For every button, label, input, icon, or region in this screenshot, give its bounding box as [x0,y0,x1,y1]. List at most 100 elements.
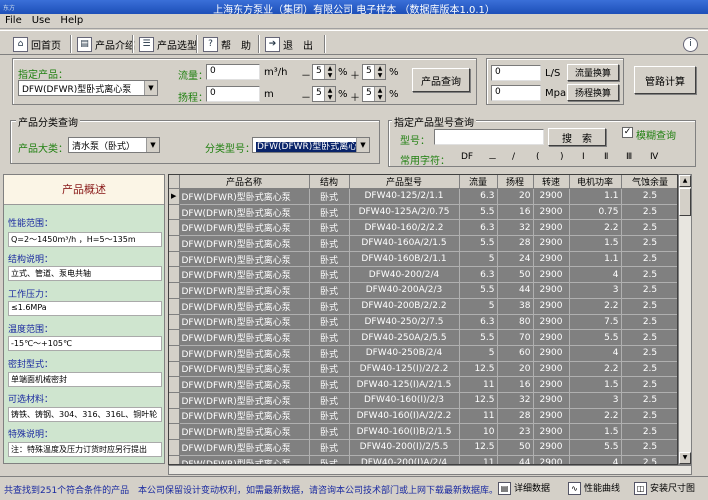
convert-flow-input[interactable]: 0 [491,65,541,81]
row-indicator[interactable] [169,314,180,331]
tol1-minus-stepper[interactable]: 5 ▲ ▼ [312,64,336,80]
char-button-lparen[interactable]: ( [536,152,540,162]
table-cell: 3 [569,392,622,409]
table-row[interactable]: DFW(DFWR)型卧式离心泵 卧式 DFW40-125(Ⅰ)A/2/1.5 11 16… [169,376,677,393]
table-cell: 10 [459,423,498,440]
table-cell: DFW(DFWR)型卧式离心泵 [179,219,310,237]
row-indicator[interactable] [169,266,180,284]
product-intro-button[interactable]: ▤ 产品介绍 [74,34,138,54]
table-row[interactable]: DFW(DFWR)型卧式离心泵 卧式 DFW40-200(Ⅰ)A/2/4 11 44 29… [169,455,677,464]
flow-convert-button[interactable]: 流量换算 [567,64,619,81]
exit-button[interactable]: ➔ 退 出 [262,34,316,54]
col-header-head[interactable]: 扬程 [497,175,534,189]
home-button[interactable]: ⌂ 回首页 [10,34,64,54]
table-row[interactable]: DFW(DFWR)型卧式离心泵 卧式 DFW40-250B/2/4 5 60 2900 4 2… [169,345,677,362]
char-button-dash[interactable]: － [488,152,497,165]
menu-file[interactable]: File [0,14,27,27]
row-indicator[interactable] [169,282,180,299]
table-row[interactable]: DFW(DFWR)型卧式离心泵 卧式 DFW40-200(Ⅰ)/2/5.5 12.5 5… [169,439,677,456]
table-row[interactable]: DFW(DFWR)型卧式离心泵 卧式 DFW40-160/2/2.2 6.3 32 290… [169,219,677,237]
table-cell: DFW40-160B/2/1.1 [349,251,460,268]
overview-label-notes: 特殊说明： [8,430,54,440]
col-header-name[interactable]: 产品名称 [179,175,310,189]
row-indicator[interactable] [169,298,180,315]
fuzzy-checkbox[interactable]: ✓ [622,127,633,138]
tol2-plus-stepper[interactable]: 5 ▲ ▼ [362,86,386,102]
table-row[interactable]: DFW(DFWR)型卧式离心泵 卧式 DFW40-250/2/7.5 6.3 80 290… [169,314,677,331]
head-convert-button[interactable]: 扬程换算 [567,84,619,101]
col-header-flow[interactable]: 流量 [459,175,498,189]
table-row[interactable]: DFW(DFWR)型卧式离心泵 卧式 DFW40-200B/2/2.2 5 38 2900… [169,298,677,315]
help-button[interactable]: ? 帮 助 [200,34,254,54]
row-indicator[interactable] [169,423,180,440]
char-button-rparen[interactable]: ) [560,152,564,162]
row-indicator[interactable] [169,455,180,464]
col-header-power[interactable]: 电机功率 [569,175,622,189]
category-type-select[interactable]: DFW(DFWR)型卧式离心泵 ▼ [252,137,370,153]
table-vertical-scrollbar[interactable]: ▲ ▼ [678,174,692,465]
char-button-i[interactable]: Ⅰ [582,152,585,162]
scroll-up-icon[interactable]: ▲ [679,175,691,187]
flow-input[interactable]: 0 [206,64,260,80]
pipe-calc-button[interactable]: 管路计算 [634,66,696,94]
spec-product-select[interactable]: DFW(DFWR)型卧式离心泵 ▼ [18,80,158,96]
char-button-df[interactable]: DF [461,152,473,162]
table-cell: 2.5 [621,188,677,205]
row-indicator[interactable] [169,392,180,409]
model-input[interactable] [434,129,544,145]
spin-arrows-icon[interactable]: ▲ ▼ [324,87,335,101]
col-header-model[interactable]: 产品型号 [349,175,460,189]
table-row[interactable]: DFW(DFWR)型卧式离心泵 卧式 DFW40-160(Ⅰ)/2/3 12.5 32 2… [169,392,677,409]
category-major-select[interactable]: 清水泵（卧式） ▼ [68,137,160,153]
col-header-npsh[interactable]: 气蚀余量 [621,175,677,189]
row-indicator[interactable] [169,408,180,425]
menu-use[interactable]: Use [27,14,56,27]
table-row[interactable]: DFW(DFWR)型卧式离心泵 卧式 DFW40-125A/2/0.75 5.5 16 2… [169,204,677,221]
table-row[interactable]: DFW(DFWR)型卧式离心泵 卧式 DFW40-200/2/4 6.3 50 2900 4… [169,266,677,284]
spin-arrows-icon[interactable]: ▲ ▼ [374,87,385,101]
row-indicator[interactable]: ▶ [169,188,180,205]
char-button-ii[interactable]: Ⅱ [604,152,608,162]
table-row[interactable]: DFW(DFWR)型卧式离心泵 卧式 DFW40-200A/2/3 5.5 44 2900… [169,282,677,299]
table-row[interactable]: DFW(DFWR)型卧式离心泵 卧式 DFW40-160A/2/1.5 5.5 28 29… [169,235,677,252]
convert-head-input[interactable]: 0 [491,85,541,101]
char-button-iv[interactable]: Ⅳ [650,152,658,162]
table-row[interactable]: DFW(DFWR)型卧式离心泵 卧式 DFW40-160(Ⅰ)A/2/2.2 11 28… [169,408,677,425]
col-header-structure[interactable]: 结构 [309,175,350,189]
row-indicator[interactable] [169,329,180,346]
row-indicator[interactable] [169,439,180,456]
scroll-down-icon[interactable]: ▼ [679,452,691,464]
row-indicator[interactable] [169,361,180,378]
tol2-minus-stepper[interactable]: 5 ▲ ▼ [312,86,336,102]
spin-arrows-icon[interactable]: ▲ ▼ [374,65,385,79]
search-button[interactable]: 搜 索 [548,128,606,146]
spin-arrows-icon[interactable]: ▲ ▼ [324,65,335,79]
row-indicator[interactable] [169,251,180,268]
performance-curve-button[interactable]: ∿ 性能曲线 [568,481,620,495]
table-cell: 2.5 [621,314,677,331]
row-indicator[interactable] [169,345,180,362]
char-button-iii[interactable]: Ⅲ [626,152,632,162]
row-indicator[interactable] [169,235,180,252]
menu-help[interactable]: Help [55,14,88,27]
table-row[interactable]: DFW(DFWR)型卧式离心泵 卧式 DFW40-125(Ⅰ)/2/2.2 12.5 2… [169,361,677,378]
detail-data-button[interactable]: ▤ 详细数据 [498,481,550,495]
home-icon: ⌂ [13,36,28,52]
table-row[interactable]: ▶ DFW(DFWR)型卧式离心泵 卧式 DFW40-125/2/1.1 6.3 20 29… [169,188,677,205]
char-button-slash[interactable]: / [512,152,515,162]
row-indicator[interactable] [169,219,180,237]
product-select-button[interactable]: ☰ 产品选型 [136,34,200,54]
table-horizontal-scrollbar[interactable] [168,465,692,475]
table-row[interactable]: DFW(DFWR)型卧式离心泵 卧式 DFW40-250A/2/5.5 5.5 70 29… [169,329,677,346]
row-indicator[interactable] [169,376,180,393]
scroll-thumb[interactable] [679,188,691,216]
head-input[interactable]: 0 [206,86,260,102]
install-drawing-button[interactable]: ◫ 安装尺寸图 [634,481,695,495]
row-indicator[interactable] [169,204,180,221]
about-button[interactable]: i [680,34,701,54]
table-row[interactable]: DFW(DFWR)型卧式离心泵 卧式 DFW40-160B/2/1.1 5 24 2900… [169,251,677,268]
table-row[interactable]: DFW(DFWR)型卧式离心泵 卧式 DFW40-160(Ⅰ)B/2/1.5 10 23… [169,423,677,440]
col-header-speed[interactable]: 转速 [533,175,570,189]
product-query-button[interactable]: 产品查询 [412,68,470,92]
tol1-plus-stepper[interactable]: 5 ▲ ▼ [362,64,386,80]
